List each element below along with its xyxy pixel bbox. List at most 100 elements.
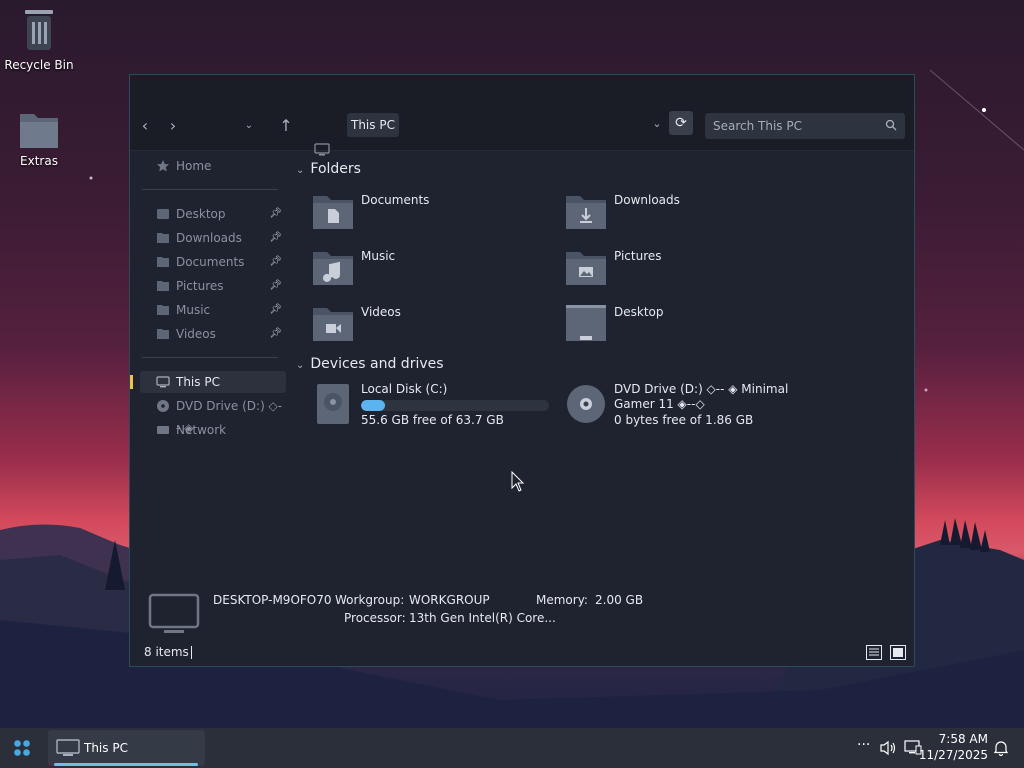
desktop-icon-recycle-bin[interactable]: Recycle Bin [1,8,77,72]
pin-icon: 📌︎ [269,280,282,291]
folder-tile-desktop[interactable]: Desktop [566,305,796,345]
star-icon [157,160,169,172]
volume-icon[interactable] [880,740,898,756]
sidebar-item-label: Network [176,423,227,437]
address-bar[interactable]: This PC [347,113,399,137]
folder-name: Desktop [614,305,664,319]
mouse-cursor-icon [511,471,525,492]
sidebar-item-this-pc[interactable]: This PC [130,371,286,393]
sidebar-item-label: This PC [176,375,220,389]
folder-name: Documents [361,193,430,207]
details-view-icon[interactable] [866,645,882,660]
recycle-bin-icon [25,10,53,50]
workgroup-value: WORKGROUP [409,593,490,607]
desktop-icon-label: Recycle Bin [4,58,74,72]
drive-free-space: 55.6 GB free of 63.7 GB [361,413,504,427]
sidebar-item-label: Pictures [176,279,224,293]
pin-icon: 📌︎ [269,208,282,219]
clock[interactable]: 7:58 AM 11/27/2025 [919,731,988,763]
folder-name: Videos [361,305,401,319]
forward-button[interactable]: › [162,115,184,137]
sidebar-item-label: Desktop [176,207,226,221]
desktop-folder-icon [566,305,606,341]
sidebar-item-label: Videos [176,327,216,341]
notification-bell-icon[interactable] [993,740,1009,756]
sidebar-item-videos[interactable]: Videos 📌︎ [140,323,286,345]
recent-locations-button[interactable]: ⌄ [238,115,260,137]
pictures-folder-icon [157,281,169,291]
sidebar-item-desktop[interactable]: Desktop 📌︎ [140,203,286,225]
monitor-icon [314,143,330,156]
sidebar-item-home[interactable]: Home [140,155,286,177]
downloads-folder-icon [157,233,169,243]
taskbar-app-this-pc[interactable]: This PC [48,730,205,766]
processor-label: Processor: [344,611,406,625]
section-title: Folders [310,161,361,177]
disc-icon [157,400,169,412]
tiles-view-icon[interactable] [890,645,906,660]
refresh-button[interactable]: ⟳ [669,111,693,135]
folder-tile-documents[interactable]: Documents [313,193,543,233]
download-folder-icon [566,196,606,229]
sidebar-item-network[interactable]: Network [140,419,286,441]
taskbar-app-label: This PC [84,741,128,755]
section-title: Devices and drives [310,356,444,372]
up-button[interactable]: ↑ [275,115,297,137]
sidebar-item-documents[interactable]: Documents 📌︎ [140,251,286,273]
folder-tile-music[interactable]: Music [313,249,543,289]
search-icon[interactable] [885,119,897,131]
item-count: 8 items [144,645,189,659]
folder-icon [20,114,58,148]
folder-name: Pictures [614,249,662,263]
folders-section-header[interactable]: ⌄ Folders [296,161,361,177]
active-indicator [54,763,198,766]
documents-folder-icon [157,257,169,267]
sidebar-item-label: Home [176,159,212,173]
sidebar-item-dvd-drive[interactable]: DVD Drive (D:) ◇-- ◈ [140,395,286,435]
drive-name: DVD Drive (D:) ◇-- ◈ Minimal [614,382,789,396]
drive-tile-local-disk[interactable]: Local Disk (C:) 55.6 GB free of 63.7 GB [313,382,553,430]
details-pane: DESKTOP-M9OFO70 Workgroup: WORKGROUP Mem… [130,585,914,641]
title-bar[interactable] [130,75,914,101]
pin-icon: 📌︎ [269,304,282,315]
memory-label: Memory: [536,593,588,607]
folder-tile-videos[interactable]: Videos [313,305,543,345]
pin-icon: 📌︎ [269,256,282,267]
desktop-icon-label: Extras [20,154,58,168]
clock-time: 7:58 AM [938,732,988,746]
drive-free-space: 0 bytes free of 1.86 GB [614,413,754,427]
sidebar-item-label: Downloads [176,231,242,245]
address-dropdown-button[interactable]: ⌄ [646,113,668,135]
sidebar-item-label: Documents [176,255,245,269]
search-input[interactable]: Search This PC [705,113,905,139]
drive-name-continued: Gamer 11 ◈--◇ [614,397,705,411]
drives-section-header[interactable]: ⌄ Devices and drives [296,356,444,372]
disc-icon [567,385,605,423]
back-button[interactable]: ‹ [134,115,156,137]
more-icon[interactable]: ··· [857,737,870,753]
workgroup-label: Workgroup: [335,593,405,607]
folder-tile-downloads[interactable]: Downloads [566,193,796,233]
drive-usage-fill [361,400,386,411]
desktop-icon-extras[interactable]: Extras [1,110,77,168]
video-folder-icon [313,308,353,341]
music-folder-icon [313,252,353,285]
picture-folder-icon [566,252,606,285]
music-folder-icon [157,305,169,315]
sidebar-item-music[interactable]: Music 📌︎ [140,299,286,321]
computer-icon [148,593,200,633]
divider [142,189,278,190]
sidebar-item-downloads[interactable]: Downloads 📌︎ [140,227,286,249]
drive-tile-dvd[interactable]: DVD Drive (D:) ◇-- ◈ Minimal Gamer 11 ◈-… [566,382,806,430]
sidebar-item-pictures[interactable]: Pictures 📌︎ [140,275,286,297]
computer-name: DESKTOP-M9OFO70 [213,593,332,607]
document-folder-icon [313,196,353,229]
start-menu-icon[interactable] [13,739,31,757]
folder-name: Downloads [614,193,680,207]
navigation-pane: Home Desktop 📌︎ Downloads 📌︎ Documents 📌… [130,151,290,640]
memory-value: 2.00 GB [595,593,644,607]
folder-tile-pictures[interactable]: Pictures [566,249,796,289]
chevron-down-icon: ⌄ [296,165,305,176]
pin-icon: 📌︎ [269,328,282,339]
monitor-icon [56,739,80,756]
